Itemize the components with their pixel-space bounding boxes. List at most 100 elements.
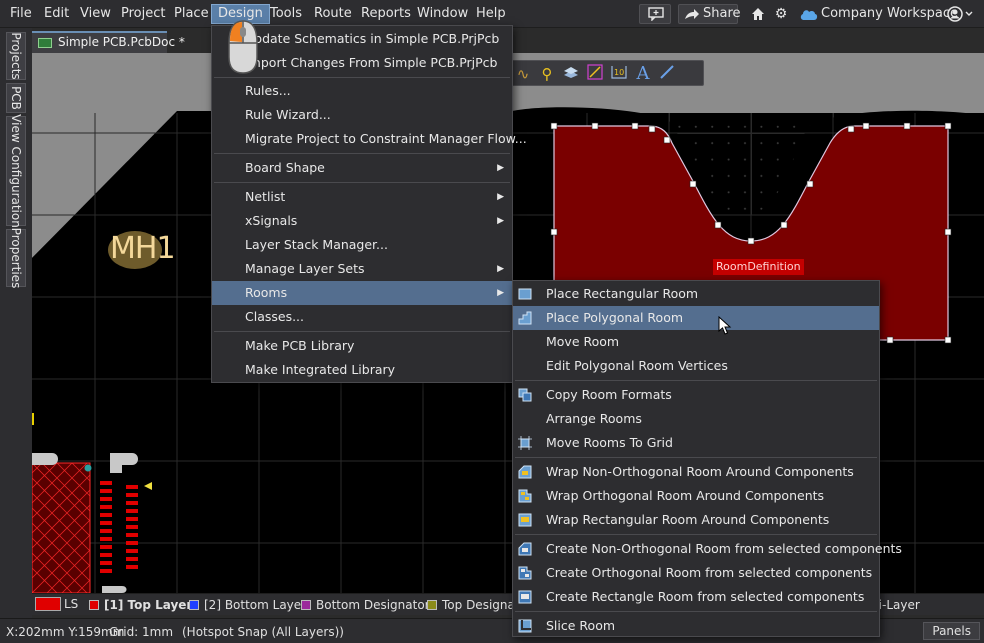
tab-view-configuration[interactable]: View Configuration [6, 114, 26, 228]
menu-project[interactable]: Project [115, 4, 171, 24]
mouse-click-icon [228, 20, 258, 74]
place-polygonal-room-item[interactable]: Place Polygonal Room [513, 306, 879, 330]
edit-polygonal-room-vertices-item[interactable]: Edit Polygonal Room Vertices [513, 354, 879, 378]
rooms-submenu: Place Rectangular Room Place Polygonal R… [512, 280, 902, 638]
wrap-non-orthogonal-icon [518, 465, 532, 479]
make-integrated-library-item[interactable]: Make Integrated Library [212, 358, 512, 382]
create-orthogonal-room-item[interactable]: Create Orthogonal Room from selected com… [513, 561, 879, 585]
wrap-rectangular-icon [518, 513, 532, 527]
home-button[interactable] [748, 4, 768, 24]
menu-route[interactable]: Route [308, 4, 358, 24]
layer-tab-top-designator[interactable]: Top Designat [426, 597, 520, 613]
menu-window[interactable]: Window [411, 4, 474, 24]
yellow-marker [32, 413, 34, 425]
make-pcb-library-item[interactable]: Make PCB Library [212, 334, 512, 358]
menu-separator [515, 534, 877, 535]
document-tab[interactable]: Simple PCB.PcbDoc * [32, 31, 185, 53]
user-menu-button[interactable] [946, 4, 976, 24]
tab-projects[interactable]: Projects [6, 32, 26, 80]
create-non-orthogonal-icon [518, 542, 532, 556]
share-label: Share [703, 6, 741, 21]
rules-item[interactable]: Rules... [212, 79, 512, 103]
menu-file[interactable]: File [4, 4, 38, 24]
place-rectangular-room-item[interactable]: Place Rectangular Room [513, 282, 879, 306]
wrap-rectangular-room-item[interactable]: Wrap Rectangular Room Around Components [513, 508, 879, 532]
side-panel-tabs: Projects PCB View Configuration Properti… [0, 28, 32, 618]
polygonal-room-icon [518, 311, 532, 325]
route-icon: ∿ [516, 65, 530, 83]
rule-wizard-item[interactable]: Rule Wizard... [212, 103, 512, 127]
cloud-icon [800, 10, 818, 20]
create-rectangle-icon [518, 590, 532, 604]
netlist-item[interactable]: Netlist ▶ [212, 185, 512, 209]
fill-icon [564, 67, 578, 78]
comment-icon [648, 7, 664, 21]
route-tool[interactable]: ∿ [513, 64, 533, 84]
layer-tab-top[interactable]: [1] Top Layer [88, 597, 192, 613]
layer-tab-bottom-designator[interactable]: Bottom Designator [300, 597, 430, 613]
pcb-document-icon [38, 38, 52, 48]
menu-reports[interactable]: Reports [355, 4, 417, 24]
layer-set-label[interactable]: LS [64, 597, 78, 611]
create-non-orthogonal-room-item[interactable]: Create Non-Orthogonal Room from selected… [513, 537, 902, 561]
menu-bar: File Edit View Project Place Design Tool… [0, 0, 984, 28]
migrate-project-item[interactable]: Migrate Project to Constraint Manager Fl… [212, 127, 527, 151]
place-string-tool[interactable]: 10 [609, 64, 629, 84]
move-room-item[interactable]: Move Room [513, 330, 879, 354]
copy-room-formats-item[interactable]: Copy Room Formats [513, 383, 879, 407]
via-1 [84, 464, 92, 472]
create-rectangle-room-item[interactable]: Create Rectangle Room from selected comp… [513, 585, 879, 609]
place-fill-tool[interactable] [561, 64, 581, 84]
wrap-orthogonal-room-item[interactable]: Wrap Orthogonal Room Around Components [513, 484, 879, 508]
menu-help[interactable]: Help [470, 4, 512, 24]
room-definition-label: RoomDefinition [713, 259, 804, 275]
place-text-tool[interactable]: A [633, 64, 653, 84]
slice-room-item[interactable]: Slice Room [513, 614, 879, 638]
move-to-grid-icon [518, 436, 532, 450]
layer-set-swatch[interactable] [35, 597, 61, 611]
submenu-arrow-icon: ▶ [497, 163, 504, 173]
comment-button[interactable] [639, 4, 671, 24]
classes-item[interactable]: Classes... [212, 305, 512, 329]
settings-button[interactable]: ⚙ [771, 4, 791, 24]
wrap-non-orthogonal-room-item[interactable]: Wrap Non-Orthogonal Room Around Componen… [513, 460, 879, 484]
share-button[interactable]: Share [678, 4, 741, 24]
pin-icon: ⚲ [541, 65, 553, 83]
menu-tools[interactable]: Tools [264, 4, 308, 24]
move-rooms-to-grid-item[interactable]: Move Rooms To Grid [513, 431, 879, 455]
place-arc-tool[interactable] [657, 64, 677, 84]
tab-properties[interactable]: Properties [6, 228, 26, 288]
pad-3 [102, 586, 127, 593]
cursor-coordinates: X:202mm Y:159mm [6, 625, 125, 639]
rooms-item[interactable]: Rooms ▶ [212, 281, 512, 305]
menu-separator [214, 77, 510, 78]
layer-color-swatch [89, 600, 99, 610]
place-dimension-tool[interactable]: ⚲ [537, 64, 557, 84]
menu-place[interactable]: Place [168, 4, 215, 24]
menu-view[interactable]: View [74, 4, 117, 24]
copy-room-formats-icon [518, 388, 532, 402]
snap-mode: (Hotspot Snap (All Layers)) [182, 625, 344, 639]
line-icon [587, 64, 603, 80]
panels-button[interactable]: Panels [923, 622, 980, 640]
layer-stack-manager-item[interactable]: Layer Stack Manager... [212, 233, 512, 257]
menu-separator [214, 331, 510, 332]
draw-line-icon [660, 65, 674, 79]
layer-color-swatch [189, 600, 199, 610]
board-shape-item[interactable]: Board Shape ▶ [212, 156, 512, 180]
tab-pcb[interactable]: PCB [6, 83, 26, 113]
xsignals-item[interactable]: xSignals ▶ [212, 209, 512, 233]
manage-layer-sets-item[interactable]: Manage Layer Sets ▶ [212, 257, 512, 281]
place-line-tool[interactable] [585, 64, 605, 84]
mouse-pointer-icon [718, 316, 732, 335]
menu-separator [214, 153, 510, 154]
create-orthogonal-icon [518, 566, 532, 580]
menu-edit[interactable]: Edit [38, 4, 75, 24]
workspace-button[interactable]: Company Workspace [797, 4, 958, 24]
submenu-arrow-icon: ▶ [497, 216, 504, 226]
arrange-rooms-item[interactable]: Arrange Rooms [513, 407, 879, 431]
layer-tab-bottom[interactable]: [2] Bottom Layer [188, 597, 306, 613]
menu-separator [515, 380, 877, 381]
svg-text:10: 10 [614, 68, 624, 77]
pcb-active-bar: ∿ ⚲ 10 A [504, 60, 704, 86]
